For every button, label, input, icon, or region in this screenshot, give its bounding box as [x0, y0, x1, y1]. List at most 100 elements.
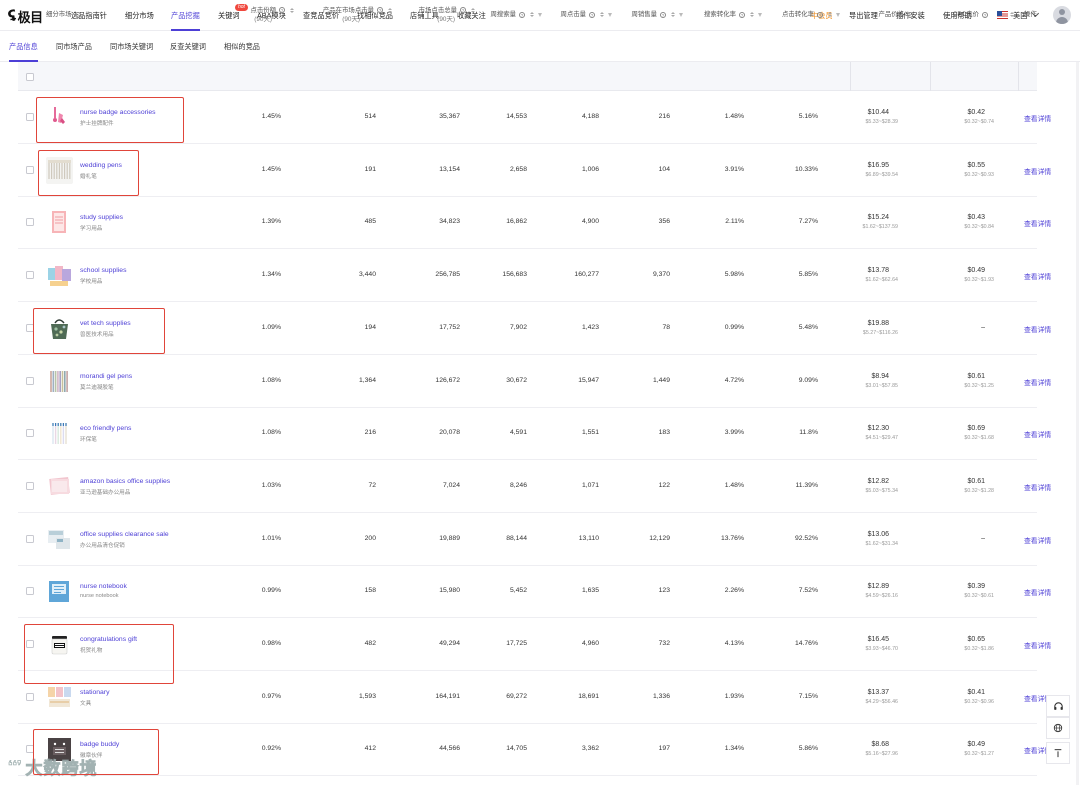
keyword-link[interactable]: amazon basics office supplies: [80, 478, 170, 485]
help-icon[interactable]: ?: [460, 7, 466, 13]
help-icon[interactable]: ?: [589, 11, 595, 18]
click-share-value: 1.08%: [261, 376, 281, 384]
row-checkbox[interactable]: [26, 692, 34, 701]
table-row[interactable]: study supplies 学习用品 1.39% 485 34,823 16,862 4,…: [18, 196, 1051, 250]
nav-item-market[interactable]: 细分市场: [125, 0, 154, 31]
view-details-link[interactable]: 查看详情: [1024, 218, 1051, 228]
help-icon[interactable]: ?: [519, 11, 525, 18]
tab-same-market-products[interactable]: 同市场产品: [56, 31, 92, 62]
view-details-link[interactable]: 查看详情: [1024, 166, 1051, 176]
view-details-link[interactable]: 查看详情: [1024, 113, 1051, 123]
product-thumbnail[interactable]: [46, 683, 73, 711]
table-row[interactable]: amazon basics office supplies 亚马逊基础办公用品 1.…: [18, 460, 1051, 513]
col-weekly-sales[interactable]: 周销售量?: [620, 0, 683, 29]
select-all-checkbox[interactable]: [26, 73, 34, 81]
keyword-link[interactable]: eco friendly pens: [80, 425, 131, 432]
sort-icon[interactable]: [530, 12, 534, 17]
col-click-conversion[interactable]: 点击转化率?: [770, 0, 840, 29]
filter-icon[interactable]: [679, 12, 683, 17]
filter-icon[interactable]: [608, 12, 612, 17]
product-thumbnail[interactable]: [46, 578, 73, 606]
keyword-link[interactable]: school supplies: [80, 267, 126, 274]
sort-icon[interactable]: [671, 12, 675, 17]
product-thumbnail[interactable]: [46, 472, 73, 500]
product-thumbnail[interactable]: [46, 262, 73, 290]
view-details-link[interactable]: 查看详情: [1024, 535, 1051, 545]
tab-product-info[interactable]: 产品信息: [9, 31, 38, 62]
table-row[interactable]: eco friendly pens 环保笔 1.08% 216 20,078 4,591 1…: [18, 407, 1051, 461]
row-checkbox[interactable]: [26, 165, 34, 174]
view-details-link[interactable]: 查看详情: [1024, 482, 1051, 492]
view-details-link[interactable]: 查看详情: [1024, 271, 1051, 281]
col-click-share[interactable]: 点击份额? (90天): [222, 0, 294, 29]
sort-icon[interactable]: [471, 7, 475, 13]
table-row[interactable]: nurse notebook nurse notebook 0.99% 158 15,9…: [18, 565, 1051, 619]
scrollbar[interactable]: [1076, 62, 1079, 785]
filter-icon[interactable]: [836, 12, 840, 17]
row-checkbox[interactable]: [26, 376, 34, 385]
col-price[interactable]: 产品价格?: [850, 0, 922, 29]
keyword-link[interactable]: office supplies clearance sale: [80, 531, 169, 538]
table-row[interactable]: vet tech supplies 兽医技术用品 1.09% 194 17,752 7,9…: [18, 302, 1051, 355]
sort-icon[interactable]: [750, 12, 754, 17]
help-icon[interactable]: ?: [377, 7, 383, 13]
product-thumbnail[interactable]: [46, 367, 73, 395]
product-thumbnail[interactable]: [46, 525, 73, 553]
nav-item-product-mining[interactable]: 产品挖掘: [171, 0, 200, 31]
col-search-conversion[interactable]: 搜索转化率?: [690, 0, 762, 29]
help-icon[interactable]: ?: [982, 11, 988, 18]
col-total-clicks[interactable]: 市场点击总量? (90天): [400, 0, 475, 29]
keyword-link[interactable]: morandi gel pens: [80, 373, 132, 380]
back-to-top-icon[interactable]: [1046, 742, 1070, 764]
help-icon[interactable]: ?: [739, 11, 745, 18]
click-share-value: 1.08%: [261, 429, 281, 437]
help-icon[interactable]: ?: [817, 11, 823, 18]
sort-icon[interactable]: [1010, 12, 1014, 17]
view-details-link[interactable]: 查看详情: [1024, 429, 1051, 439]
table-row[interactable]: morandi gel pens 莫兰迪凝胶笔 1.08% 1,364 126,672 3…: [18, 355, 1051, 408]
product-thumbnail[interactable]: [46, 209, 73, 237]
keyword-link[interactable]: study supplies: [80, 214, 123, 221]
app-logo[interactable]: ʢ 极目: [7, 6, 44, 26]
sort-icon[interactable]: [918, 12, 922, 17]
view-details-link[interactable]: 查看详情: [1024, 587, 1051, 597]
tab-reverse-keywords[interactable]: 反查关键词: [170, 31, 206, 62]
view-details-link[interactable]: 查看详情: [1024, 377, 1051, 387]
row-checkbox[interactable]: [26, 218, 34, 227]
help-icon[interactable]: ?: [660, 11, 666, 18]
price-value: $19.88: [867, 319, 889, 327]
tab-same-market-keywords[interactable]: 同市场关键词: [110, 31, 153, 62]
col-weekly-clicks[interactable]: 周点击量?: [550, 0, 612, 29]
keyword-link[interactable]: nurse notebook: [80, 583, 127, 590]
help-icon[interactable]: ?: [907, 11, 913, 18]
row-checkbox[interactable]: [26, 481, 34, 490]
table-row[interactable]: school supplies 学校用品 1.34% 3,440 256,785 156,…: [18, 249, 1051, 303]
help-icon[interactable]: ?: [74, 11, 81, 18]
table-row[interactable]: badge buddy 徽章伙伴 0.92% 412 44,566 14,705 3,362…: [18, 723, 1051, 777]
view-details-link[interactable]: 查看详情: [1024, 324, 1051, 334]
col-market-clicks[interactable]: 产品在市场点击量? (90天): [300, 0, 392, 29]
globe-icon[interactable]: [1046, 717, 1070, 739]
filter-icon[interactable]: [538, 12, 542, 17]
col-weekly-search[interactable]: 周搜索量?: [480, 0, 542, 29]
sort-icon[interactable]: [388, 7, 392, 13]
table-row[interactable]: wedding pens 婚礼笔 1.45% 191 13,154 2,658 1,006 1…: [18, 144, 1051, 197]
avatar[interactable]: [1053, 6, 1071, 24]
col-cpc[interactable]: CPC竞价?: [930, 0, 1014, 29]
sort-icon[interactable]: [828, 12, 832, 17]
row-checkbox[interactable]: [26, 271, 34, 280]
headset-icon[interactable]: [1046, 695, 1070, 717]
sort-icon[interactable]: [600, 12, 604, 17]
row-checkbox[interactable]: [26, 429, 34, 438]
help-icon[interactable]: ?: [279, 7, 285, 13]
row-checkbox[interactable]: [26, 587, 34, 596]
sort-icon[interactable]: [290, 7, 294, 13]
filter-icon[interactable]: [758, 12, 762, 17]
keyword-link[interactable]: stationary: [80, 689, 109, 696]
tab-similar-competitors[interactable]: 相似的竞品: [224, 31, 260, 62]
row-checkbox[interactable]: [26, 113, 34, 121]
view-details-link[interactable]: 查看详情: [1024, 640, 1051, 650]
row-checkbox[interactable]: [26, 534, 34, 543]
product-thumbnail[interactable]: [46, 420, 73, 448]
table-row[interactable]: office supplies clearance sale 办公用品清仓促销 1.…: [18, 513, 1051, 566]
